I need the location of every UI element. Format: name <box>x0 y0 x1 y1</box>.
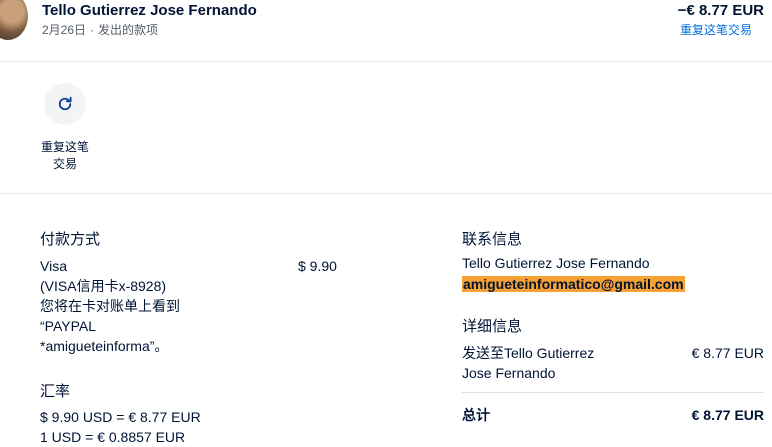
total-divider <box>462 392 764 393</box>
payment-method-title: 付款方式 <box>40 231 101 248</box>
exchange-rate-line-1: $ 9.90 USD = € 8.77 EUR <box>40 409 201 425</box>
repeat-label-line1: 重复这笔 <box>40 140 89 154</box>
exchange-rate-title: 汇率 <box>40 383 71 400</box>
transaction-subtitle: 2月26日 · 发出的款项 <box>42 21 158 38</box>
transaction-amount: −€ 8.77 EUR <box>677 2 764 19</box>
transaction-type: 发出的款项 <box>98 23 159 37</box>
sent-to-line-1: 发送至Tello Gutierrez <box>462 345 595 361</box>
header-divider <box>0 61 772 62</box>
repeat-transaction-link[interactable]: 重复这笔交易 <box>680 21 752 38</box>
repeat-label-line2: 交易 <box>52 157 77 171</box>
refresh-icon <box>58 96 72 111</box>
contact-email[interactable]: amigueteinformatico@gmail.com <box>462 276 685 292</box>
statement-line-3: *amigueteinforma”。 <box>40 338 169 354</box>
contact-email-row: amigueteinformatico@gmail.com <box>462 274 685 294</box>
contact-info-title: 联系信息 <box>462 231 523 248</box>
separator: · <box>90 23 95 37</box>
sent-to-block: 发送至Tello Gutierrez Jose Fernando <box>462 343 594 383</box>
avatar <box>0 0 28 40</box>
repeat-transaction-label: 重复这笔 交易 <box>36 139 94 173</box>
section-divider <box>0 193 772 194</box>
statement-line-1: 您将在卡对账单上看到 <box>40 298 180 314</box>
payment-card: (VISA信用卡x-8928) <box>40 278 167 294</box>
counterparty-name: Tello Gutierrez Jose Fernando <box>42 2 257 19</box>
transaction-date: 2月26日 <box>42 23 87 37</box>
exchange-rate-line-2: 1 USD = € 0.8857 EUR <box>40 429 186 445</box>
total-amount: € 8.77 EUR <box>691 407 764 423</box>
payment-amount: $ 9.90 <box>298 258 337 274</box>
payment-method-name: Visa <box>40 258 67 274</box>
sent-amount: € 8.77 EUR <box>691 345 764 361</box>
details-title: 详细信息 <box>462 318 523 335</box>
contact-name: Tello Gutierrez Jose Fernando <box>462 255 650 271</box>
sent-to-line-2: Jose Fernando <box>462 365 556 381</box>
total-label: 总计 <box>462 407 490 423</box>
repeat-transaction-button[interactable] <box>44 83 86 125</box>
statement-line-2: “PAYPAL <box>40 318 97 334</box>
payment-method-block: Visa (VISA信用卡x-8928) 您将在卡对账单上看到 “PAYPAL … <box>40 256 180 356</box>
